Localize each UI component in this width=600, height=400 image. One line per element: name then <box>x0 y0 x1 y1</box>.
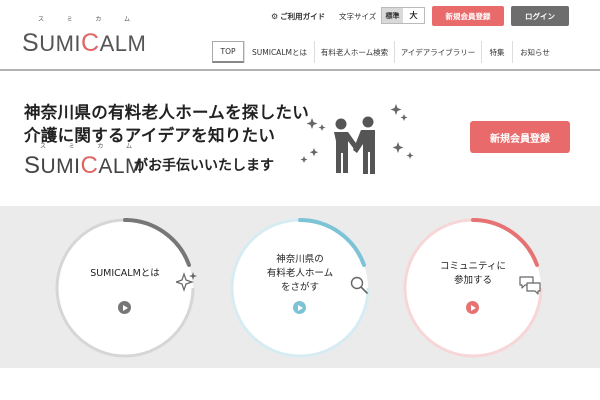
logo-ruby-char: ミ <box>68 143 75 150</box>
logo-letter: S <box>24 152 41 179</box>
play-icon <box>293 301 306 314</box>
site-header: ス ミ カ ム SUMICALM ⚙ ご利用ガイド 文字サイズ 標準 大 新規会… <box>0 0 600 71</box>
page-bottom-area <box>0 368 600 400</box>
logo-ruby-char: ミ <box>66 16 73 23</box>
nav-item-news[interactable]: お知らせ <box>512 41 557 63</box>
sparkle-icon <box>176 272 197 292</box>
hero-tagline: がお手伝いいたします <box>134 158 274 174</box>
feature-card-label-line: コミュニティに <box>440 261 506 272</box>
main-nav: TOP SUMICALMとは 有料老人ホーム検索 アイデアライブラリー 特集 お… <box>212 41 557 63</box>
fontsize-toggle: 標準 大 <box>381 7 425 24</box>
fontsize-label: 文字サイズ <box>339 12 377 21</box>
logo-ruby-char: ス <box>38 16 45 23</box>
header-register-button[interactable]: 新規会員登録 <box>432 6 504 26</box>
gear-icon: ⚙ <box>271 12 279 21</box>
magnifier-icon <box>350 276 368 294</box>
feature-card-search[interactable]: 神奈川県の 有料老人ホーム をさがす <box>227 215 373 361</box>
logo-ruby-char: カ <box>97 143 104 150</box>
hero-logo-wordmark: SUMICALM <box>24 152 143 180</box>
login-button[interactable]: ログイン <box>511 6 569 26</box>
hero-register-button[interactable]: 新規会員登録 <box>470 121 570 153</box>
play-icon <box>118 301 131 314</box>
logo-letter: UMI <box>40 155 81 178</box>
logo-letter: S <box>22 29 40 57</box>
guide-link[interactable]: ⚙ ご利用ガイド <box>271 11 325 22</box>
fontsize-large-button[interactable]: 大 <box>403 8 424 23</box>
fontsize-standard-button[interactable]: 標準 <box>382 8 403 23</box>
chat-icon <box>519 276 541 295</box>
logo-wordmark: SUMICALM <box>22 29 146 58</box>
logo-letter: C <box>81 29 100 57</box>
feature-card-label-line: 神奈川県の <box>276 254 324 265</box>
hero-logo-ruby: ス ミ カ ム <box>40 141 132 150</box>
logo-ruby-char: ム <box>125 143 132 150</box>
nav-item-search[interactable]: 有料老人ホーム検索 <box>314 41 394 63</box>
nav-item-feature[interactable]: 特集 <box>481 41 512 63</box>
logo-letter: C <box>80 152 99 179</box>
hero-headline-1: 神奈川県の有料老人ホームを探したい <box>24 103 310 122</box>
nav-item-about[interactable]: SUMICALMとは <box>244 41 314 63</box>
logo-letter: ALM <box>99 31 147 56</box>
handshake-illustration <box>300 104 414 174</box>
logo-ruby-char: カ <box>95 16 102 23</box>
logo-ruby-char: ム <box>123 16 130 23</box>
logo-ruby-char: ス <box>40 143 47 150</box>
play-icon <box>466 301 479 314</box>
guide-link-label: ご利用ガイド <box>280 12 326 21</box>
logo-letter: UMI <box>39 31 82 56</box>
header-divider <box>0 69 600 71</box>
feature-card-community[interactable]: コミュニティに 参加する <box>400 215 546 361</box>
nav-item-top[interactable]: TOP <box>212 41 244 63</box>
logo-ruby: ス ミ カ ム <box>38 14 130 23</box>
nav-item-idea-library[interactable]: アイデアライブラリー <box>394 41 481 63</box>
feature-card-about[interactable]: SUMICALMとは <box>52 215 198 361</box>
